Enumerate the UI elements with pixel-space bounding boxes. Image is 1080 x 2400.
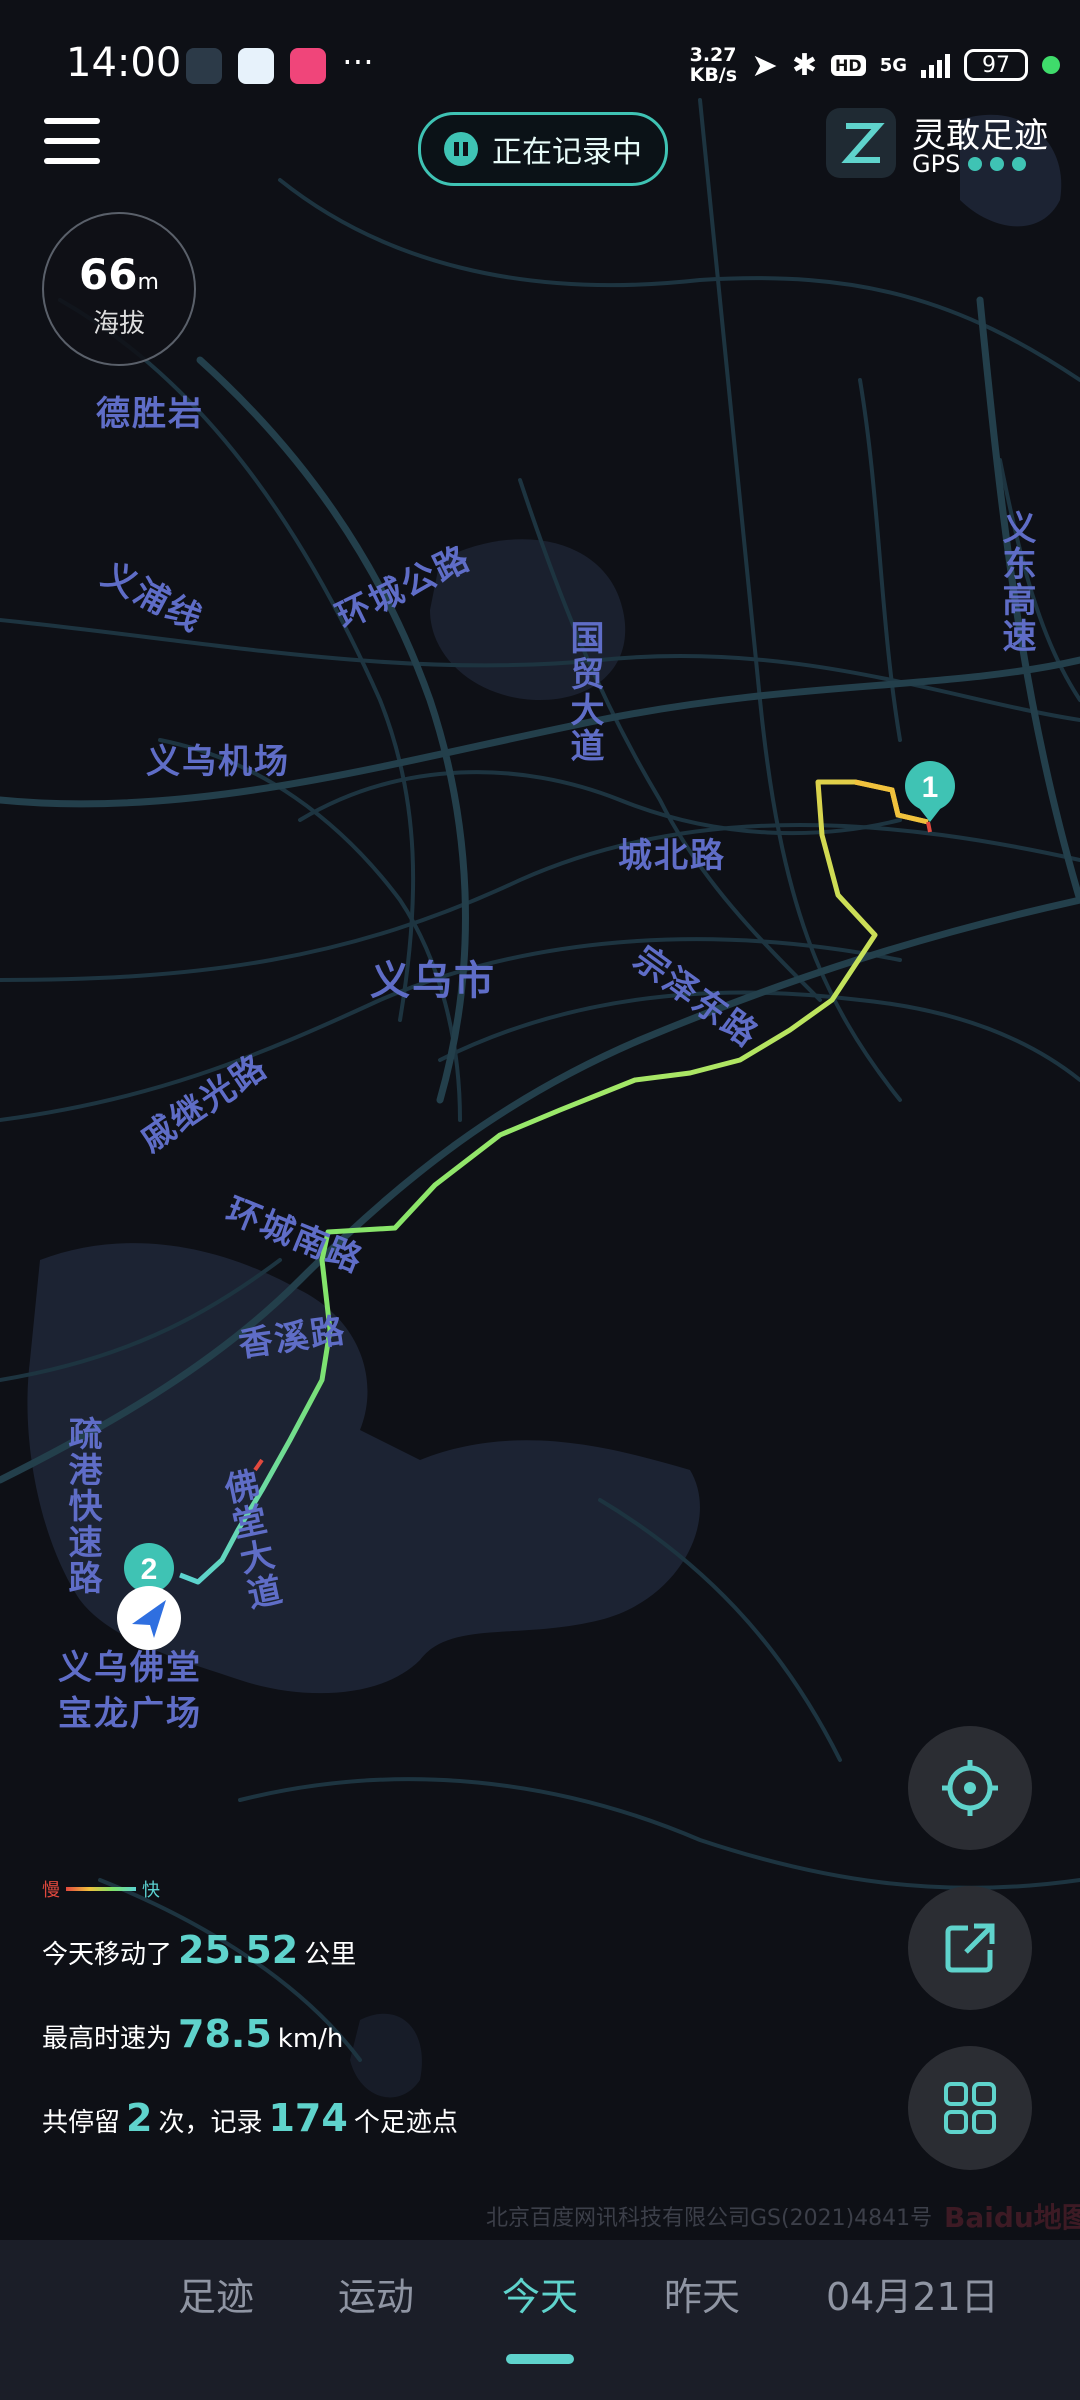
distance-value: 25.52 xyxy=(178,1928,299,1972)
map-label-shugang: 疏港快速路 xyxy=(62,1416,102,1596)
battery-level: 97 xyxy=(982,52,1010,78)
share-button[interactable] xyxy=(908,1886,1032,2010)
brand-gps-status: 灵敢足迹 GPS xyxy=(826,104,1066,192)
shop-notification-icon xyxy=(290,48,326,84)
privacy-indicator-icon xyxy=(1042,56,1060,74)
altitude-unit: m xyxy=(137,270,159,295)
map-label-fotang-plaza-line1: 义乌佛堂 xyxy=(58,1648,202,1688)
net-speed-unit: KB/s xyxy=(689,64,738,86)
stops-value: 2 xyxy=(126,2096,153,2140)
gps-signal-dot-icon xyxy=(990,157,1005,171)
tab-footprint[interactable]: 足迹 xyxy=(178,2266,254,2321)
bluetooth-icon: ✱ xyxy=(791,47,818,83)
crosshair-icon xyxy=(942,1760,998,1816)
altitude-label: 海拔 xyxy=(92,309,145,339)
legend-fast: 快 xyxy=(142,1880,160,1901)
menu-icon[interactable] xyxy=(44,118,100,168)
speed-value: 78.5 xyxy=(178,2012,272,2056)
distance-stat: 今天移动了 25.52 公里 xyxy=(42,1928,356,1972)
pause-icon xyxy=(444,132,478,166)
speed-legend: 慢 快 xyxy=(42,1876,160,1902)
app-logo-icon xyxy=(826,108,896,178)
speed-unit: km/h xyxy=(277,2024,344,2054)
stops-stat: 共停留 2 次，记录 174 个足迹点 xyxy=(42,2096,458,2140)
map-label-airport: 义乌机场 xyxy=(146,742,290,782)
grid-icon xyxy=(944,2082,996,2134)
map-label-deshengyan: 德胜岩 xyxy=(96,394,204,434)
gps-label: GPS xyxy=(912,150,961,178)
points-value: 174 xyxy=(268,2096,348,2140)
signal-icon xyxy=(921,52,950,78)
tab-date-0421[interactable]: 04月21日 xyxy=(826,2266,999,2321)
recording-toggle-button[interactable]: 正在记录中 xyxy=(418,112,668,186)
end-marker-label: 2 xyxy=(141,1553,158,1586)
stops-prefix: 共停留 xyxy=(42,2108,121,2138)
points-suffix: 个足迹点 xyxy=(353,2108,458,2138)
distance-unit: 公里 xyxy=(304,1940,357,1970)
start-marker-label: 1 xyxy=(922,771,939,804)
altitude-value: 66 xyxy=(79,250,138,299)
altitude-value-row: 66m xyxy=(44,250,194,299)
max-speed-stat: 最高时速为 78.5 km/h xyxy=(42,2012,343,2056)
distance-prefix: 今天移动了 xyxy=(42,1940,173,1970)
share-icon xyxy=(945,1923,995,1973)
active-tab-indicator xyxy=(506,2354,574,2364)
map-label-yidong: 义东高速 xyxy=(996,510,1036,654)
map-label-guomao: 国贸大道 xyxy=(564,620,604,764)
baidu-logo: Baidu地图 xyxy=(944,2201,1080,2234)
locate-button[interactable] xyxy=(908,1726,1032,1850)
app-notification-icon xyxy=(186,48,222,84)
map-label-chengbei: 城北路 xyxy=(618,836,726,876)
status-time: 14:00 xyxy=(66,40,182,86)
battery-icon: 97 xyxy=(964,49,1028,81)
map-label-fotang-plaza-line2: 宝龙广场 xyxy=(58,1694,202,1734)
legend-gradient-bar xyxy=(66,1887,136,1891)
speed-prefix: 最高时速为 xyxy=(42,2024,173,2054)
stops-mid: 次，记录 xyxy=(158,2108,263,2138)
tab-yesterday[interactable]: 昨天 xyxy=(664,2266,740,2321)
altitude-badge: 66m 海拔 xyxy=(42,212,196,366)
tab-today[interactable]: 今天 xyxy=(502,2266,578,2321)
net-speed-value: 3.27 xyxy=(689,44,737,66)
map-copyright: 北京百度网讯科技有限公司GS(2021)4841号 xyxy=(486,2206,933,2231)
legend-slow: 慢 xyxy=(42,1880,60,1901)
notification-icons: ⋯ xyxy=(186,42,374,84)
map-label-city: 义乌市 xyxy=(370,958,496,1004)
grid-menu-button[interactable] xyxy=(908,2046,1032,2170)
network-type: 5G xyxy=(879,54,907,76)
chat-notification-icon xyxy=(238,48,274,84)
more-notifications-icon: ⋯ xyxy=(342,42,374,80)
location-icon: ➤ xyxy=(751,46,778,84)
gps-signal-dot-icon xyxy=(1012,157,1027,171)
hd-badge: HD xyxy=(831,54,866,76)
speed-track-slow-segment xyxy=(926,821,932,833)
tab-sport[interactable]: 运动 xyxy=(338,2266,414,2321)
net-speed: 3.27 KB/s xyxy=(690,45,737,85)
gps-status: GPS xyxy=(912,150,1027,178)
recording-label: 正在记录中 xyxy=(492,135,642,170)
status-icons: 3.27 KB/s ➤ ✱ HD 5G 97 xyxy=(690,40,1060,90)
gps-signal-dot-icon xyxy=(968,157,983,171)
